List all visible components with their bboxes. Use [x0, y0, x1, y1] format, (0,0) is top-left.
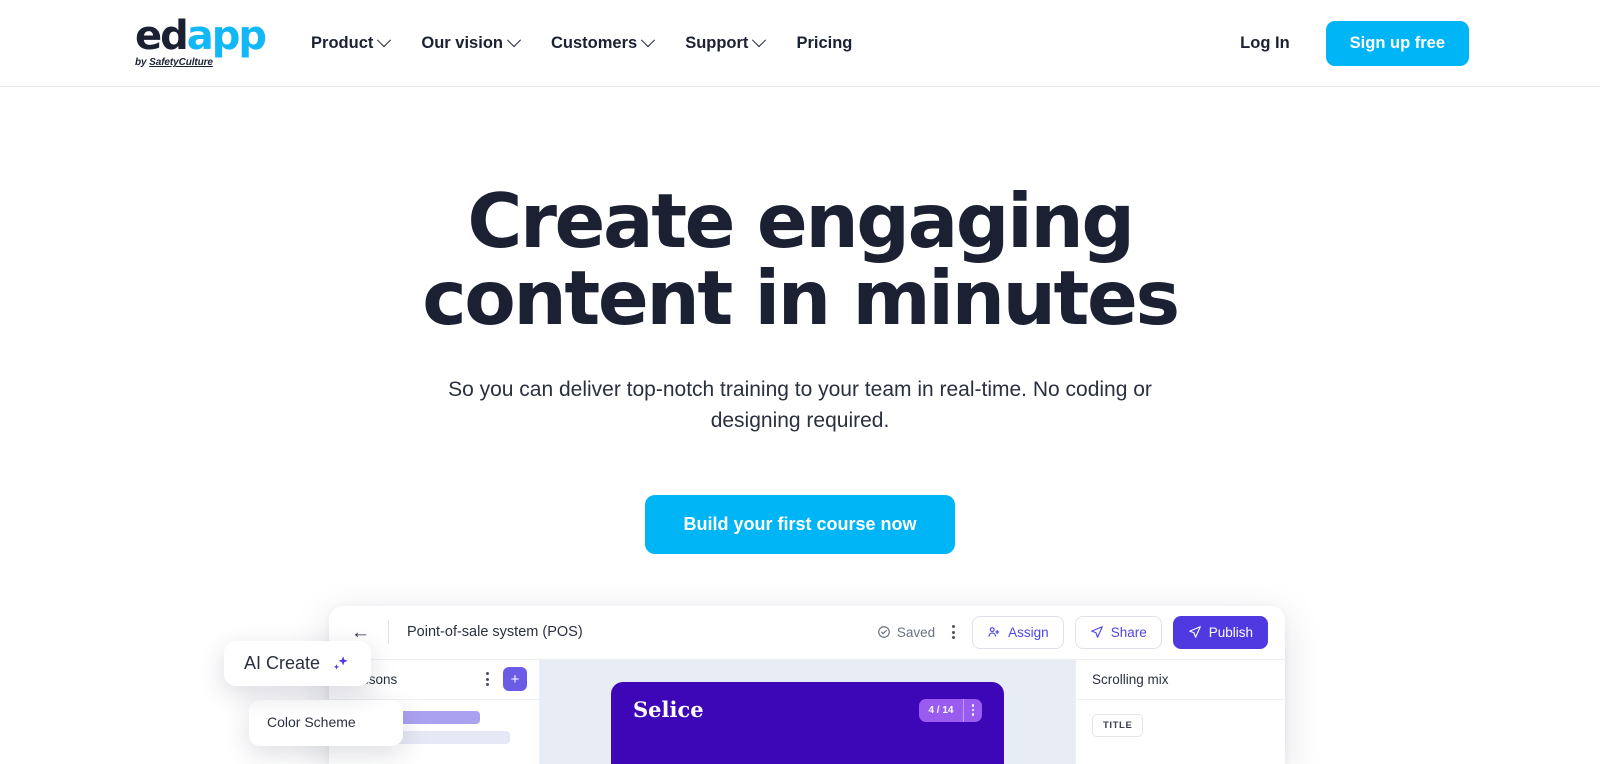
- nav-item-customers[interactable]: Customers: [550, 33, 656, 53]
- nav-label-pricing: Pricing: [796, 33, 853, 52]
- share-label: Share: [1110, 624, 1147, 640]
- color-scheme-label: Color Scheme: [267, 713, 356, 730]
- nav-label-product: Product: [311, 33, 374, 52]
- title-block-chip[interactable]: TITLE: [1092, 713, 1144, 737]
- site-header: edapp by SafetyCulture Product Our visio…: [0, 0, 1600, 87]
- panel-title: Scrolling mix: [1076, 660, 1285, 700]
- kebab-menu-icon[interactable]: [480, 668, 495, 690]
- slide-pager-count: 4 / 14: [928, 704, 954, 716]
- properties-sidebar: Scrolling mix TITLE: [1075, 659, 1285, 764]
- chevron-down-icon: [641, 33, 656, 48]
- hero-title-line-2: content in minutes: [422, 254, 1180, 343]
- header-actions: Log In Sign up free: [1240, 20, 1469, 66]
- color-scheme-card[interactable]: Color Scheme: [249, 699, 403, 746]
- nav-item-our-vision[interactable]: Our vision: [421, 33, 522, 53]
- slide-preview[interactable]: Selice 4 / 14: [611, 681, 1004, 764]
- chevron-down-icon: [506, 33, 522, 48]
- logo-byline-brand: SafetyCulture: [149, 57, 213, 69]
- logo-wordmark: edapp: [135, 16, 267, 56]
- kebab-menu-icon[interactable]: [962, 698, 983, 722]
- page-title: Create engaging content in minutes: [0, 182, 1600, 338]
- properties-body: TITLE: [1076, 700, 1285, 737]
- toolbar-divider: [388, 620, 389, 645]
- hero-title-line-1: Create engaging: [467, 177, 1135, 265]
- ai-create-card[interactable]: AI Create: [224, 640, 372, 686]
- share-button[interactable]: Share: [1074, 615, 1162, 649]
- slide-title: Selice: [633, 696, 704, 722]
- chevron-down-icon: [377, 33, 392, 48]
- slide-pager: 4 / 14: [919, 698, 983, 722]
- nav-label-our-vision: Our vision: [421, 33, 503, 52]
- log-in-link[interactable]: Log In: [1240, 34, 1289, 53]
- slide-canvas: Selice 4 / 14: [540, 659, 1075, 764]
- status-badge: Saved: [877, 625, 935, 640]
- logo-text-app: app: [186, 12, 267, 59]
- editor-toolbar: ← Point-of-sale system (POS) Saved Assig…: [329, 605, 1285, 660]
- nav-item-support[interactable]: Support: [685, 33, 767, 53]
- person-add-icon: [988, 627, 1000, 637]
- add-lesson-button[interactable]: +: [503, 667, 527, 692]
- sparkle-icon: [333, 656, 348, 670]
- logo-byline: by SafetyCulture: [135, 58, 213, 68]
- edapp-logo[interactable]: edapp by SafetyCulture: [135, 16, 267, 69]
- build-first-course-button[interactable]: Build your first course now: [645, 494, 955, 554]
- main-navigation: Product Our vision Customers Support Pri…: [311, 33, 852, 53]
- send-icon: [1090, 626, 1103, 638]
- nav-item-product[interactable]: Product: [311, 33, 392, 53]
- nav-label-support: Support: [685, 33, 749, 52]
- nav-item-pricing[interactable]: Pricing: [796, 34, 852, 53]
- publish-button[interactable]: Publish: [1172, 615, 1268, 649]
- check-circle-icon: [878, 626, 890, 638]
- sign-up-free-button[interactable]: Sign up free: [1325, 20, 1469, 66]
- chevron-down-icon: [752, 33, 767, 48]
- hero-section: Create engaging content in minutes So yo…: [0, 87, 1600, 554]
- kebab-menu-icon[interactable]: [946, 621, 961, 643]
- lessons-header-actions: +: [480, 667, 527, 692]
- publish-label: Publish: [1208, 624, 1253, 640]
- course-editor-window: ← Point-of-sale system (POS) Saved Assig…: [329, 605, 1285, 764]
- assign-button[interactable]: Assign: [972, 615, 1064, 649]
- product-mockup: ← Point-of-sale system (POS) Saved Assig…: [0, 605, 1600, 764]
- send-icon: [1188, 626, 1201, 638]
- ai-create-label: AI Create: [244, 652, 321, 673]
- arrow-left-icon[interactable]: ←: [351, 623, 370, 642]
- course-title: Point-of-sale system (POS): [407, 624, 583, 641]
- saved-label: Saved: [896, 624, 936, 640]
- nav-label-customers: Customers: [550, 33, 638, 52]
- editor-toolbar-actions: Saved Assign Share Publish: [877, 615, 1268, 649]
- hero-subtitle: So you can deliver top-notch training to…: [448, 377, 1152, 432]
- logo-text-ed: ed: [135, 12, 189, 59]
- assign-label: Assign: [1008, 624, 1049, 640]
- editor-body: Lessons + Selice 4 / 14 Scrolling mix TI…: [329, 659, 1285, 764]
- logo-byline-prefix: by: [135, 57, 150, 69]
